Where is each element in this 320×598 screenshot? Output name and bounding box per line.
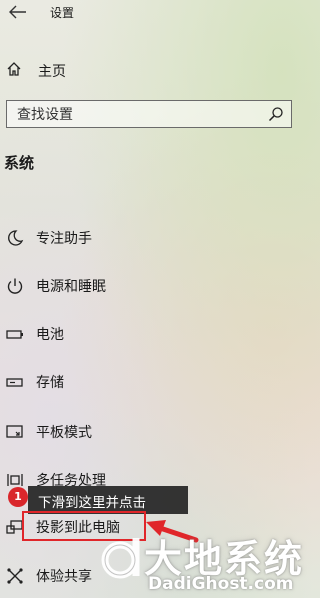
menu-item-label: 体验共享 [36,569,92,585]
menu-item-storage[interactable]: 存储 [0,368,210,396]
step-badge: 1 [8,487,28,507]
menu-item-label: 专注助手 [36,231,92,247]
section-heading: 系统 [4,154,35,172]
search-icon[interactable] [268,106,284,122]
moon-icon [8,230,24,246]
storage-icon [6,378,23,387]
menu-item-label: 平板模式 [36,425,92,441]
power-icon [7,278,23,294]
tablet-mode-icon [6,425,23,438]
battery-icon [6,330,23,339]
tooltip-text: 下滑到这里并点击 [38,495,146,511]
back-arrow-icon[interactable] [8,3,28,21]
shared-experiences-icon [7,568,23,584]
home-icon [7,62,21,76]
menu-item-battery[interactable]: 电池 [0,320,210,348]
title-bar: 设置 [0,0,300,26]
search-box[interactable] [6,100,292,128]
menu-item-tablet-mode[interactable]: 平板模式 [0,418,210,446]
watermark: 大地系统 DadiGhost.com [100,526,302,598]
menu-item-label: 电池 [36,327,64,343]
menu-item-label: 电源和睡眠 [36,279,106,295]
search-input[interactable] [15,103,259,127]
instruction-tooltip: 下滑到这里并点击 [28,486,188,514]
menu-item-label: 存储 [36,375,64,391]
home-nav-item[interactable]: 主页 [4,58,154,82]
home-label: 主页 [38,64,66,80]
watermark-url: DadiGhost.com [148,574,294,594]
menu-item-focus-assist[interactable]: 专注助手 [0,224,210,252]
menu-item-power-sleep[interactable]: 电源和睡眠 [0,272,210,300]
window-title: 设置 [50,6,75,20]
